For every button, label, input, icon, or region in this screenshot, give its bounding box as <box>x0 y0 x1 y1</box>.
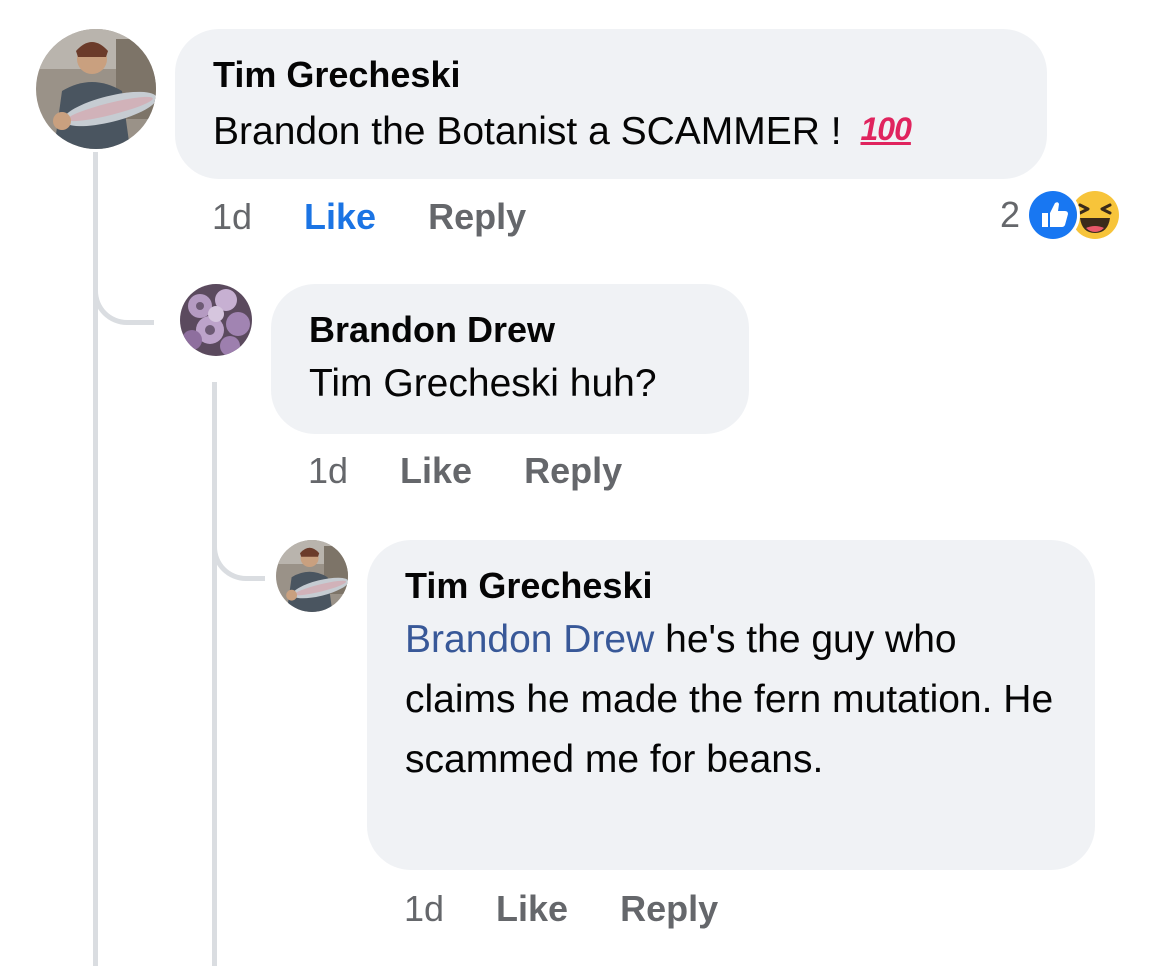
thread-connector-reply-1 <box>93 240 154 325</box>
reply-button[interactable]: Reply <box>428 196 526 238</box>
comment-timestamp[interactable]: 1d <box>404 888 444 930</box>
reply-button[interactable]: Reply <box>524 450 622 492</box>
reaction-count: 2 <box>1000 194 1021 235</box>
comment-author[interactable]: Brandon Drew <box>309 308 711 352</box>
comment-actions: 1d Like Reply <box>308 446 622 496</box>
like-button[interactable]: Like <box>496 888 568 930</box>
avatar-tim-grecheski[interactable] <box>276 540 348 612</box>
comment-timestamp[interactable]: 1d <box>308 450 348 492</box>
comment-actions: 1d Like Reply <box>212 192 526 242</box>
comment-text: Brandon the Botanist a SCAMMER ! 100 <box>213 99 1009 162</box>
comment-bubble: Brandon Drew Tim Grecheski huh? <box>271 284 749 434</box>
reaction-summary[interactable]: 2 <box>1000 188 1123 242</box>
avatar-brandon-drew[interactable] <box>180 284 252 356</box>
like-reaction-icon <box>1026 188 1081 242</box>
comment-author[interactable]: Tim Grecheski <box>213 53 1009 97</box>
hundred-points-emoji-icon: 100 <box>860 111 911 147</box>
comment-author[interactable]: Tim Grecheski <box>405 564 1057 608</box>
comment-actions: 1d Like Reply <box>404 884 718 934</box>
comment-text: Tim Grecheski huh? <box>309 362 657 405</box>
reply-button[interactable]: Reply <box>620 888 718 930</box>
comment-bubble: Tim Grecheski Brandon Drew he's the guy … <box>367 540 1095 870</box>
thread-connector-reply-2 <box>212 500 265 581</box>
like-button[interactable]: Like <box>304 196 376 238</box>
mention-link[interactable]: Brandon Drew <box>405 618 654 661</box>
comment-body: Brandon the Botanist a SCAMMER ! <box>213 110 842 153</box>
like-button[interactable]: Like <box>400 450 472 492</box>
comment-text: Brandon Drew he's the guy who claims he … <box>405 610 1057 790</box>
avatar-tim-grecheski[interactable] <box>36 29 156 149</box>
comment-timestamp[interactable]: 1d <box>212 196 252 238</box>
thread-line-nested <box>212 382 217 966</box>
comment-bubble: Tim Grecheski Brandon the Botanist a SCA… <box>175 29 1047 179</box>
